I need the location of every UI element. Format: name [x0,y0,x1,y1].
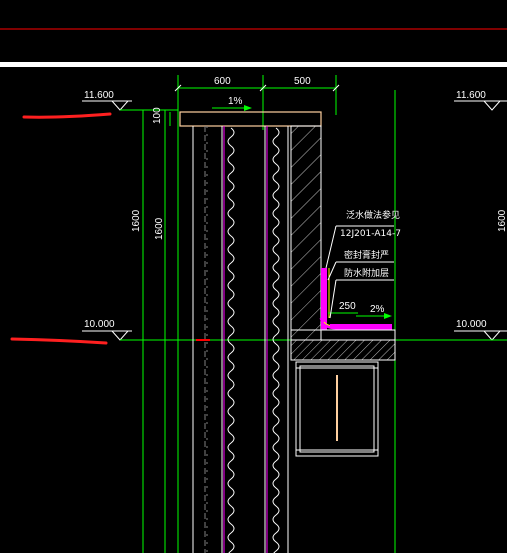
elevation-label-top-right: 11.600 [456,90,486,101]
slope-top-label: 1% [228,96,243,107]
elevation-marker-top-right: 11.600 [454,90,507,111]
note-line-4: 防水附加层 [344,267,389,279]
top-white-bar [0,62,507,67]
elevation-marker-top-left: 11.600 [82,90,178,111]
dim-corner-250: 250 [339,301,356,312]
note-line-3: 密封膏封严 [344,249,389,261]
dim-height-right: 1600 [497,209,507,232]
red-markup-top [22,112,112,119]
slope-bottom-label: 2% [370,304,385,315]
roof-slab [290,339,396,361]
cad-drawing: 11.600 10.000 11.600 10.000 600 500 1% 1… [0,28,507,553]
steel-beam [295,361,379,457]
dim-top-500: 500 [294,76,311,87]
concrete-parapet [290,125,322,341]
dim-height-a: 1600 [131,209,142,232]
coping-slab [179,111,322,127]
elevation-label-top-left: 11.600 [84,90,114,101]
dim-height-b: 1600 [154,217,165,240]
dim-slab-100: 100 [152,107,163,124]
dim-top-600: 600 [214,76,231,87]
elevation-label-bottom-left: 10.000 [84,319,115,330]
note-line-1: 泛水做法参见 [346,209,400,221]
notes-block: 泛水做法参见 12J201-A14-7 密封膏封严 防水附加层 [325,209,401,319]
elevation-marker-bottom-left: 10.000 [82,319,132,341]
elevation-marker-bottom-right: 10.000 [454,319,507,341]
elevation-label-bottom-right: 10.000 [456,319,487,330]
red-markup-bottom [10,337,108,345]
note-line-2: 12J201-A14-7 [340,229,401,239]
